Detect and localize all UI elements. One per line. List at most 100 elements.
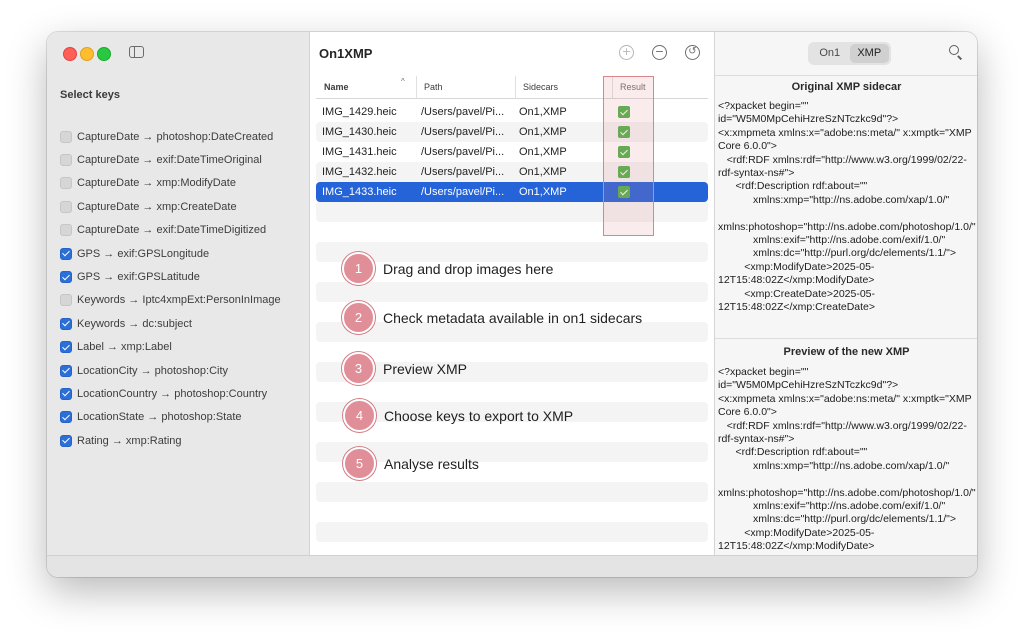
key-label: GPS → exif:GPSLatitude: [77, 271, 200, 284]
step-label: Preview XMP: [383, 360, 468, 377]
key-checkbox[interactable]: [60, 317, 72, 330]
search-icon[interactable]: [949, 45, 959, 55]
key-checkbox[interactable]: [60, 271, 72, 284]
key-checkbox[interactable]: [60, 130, 72, 143]
key-list: CaptureDate → photoshop:DateCreated Capt…: [60, 125, 281, 452]
key-label: CaptureDate → xmp:ModifyDate: [77, 177, 236, 190]
key-item[interactable]: Keywords → dc:subject: [60, 312, 281, 335]
original-xmp-title: Original XMP sidecar: [791, 81, 902, 93]
xmp-panel: On1 XMP Original XMP sidecar <?xpacket b…: [714, 32, 977, 555]
step-number-badge: 3: [342, 352, 375, 385]
file-name-cell: IMG_1431.heic: [322, 146, 397, 158]
table-row[interactable]: IMG_1430.heic /Users/pavel/Pi... On1,XMP: [316, 122, 708, 142]
preview-xmp-title: Preview of the new XMP: [783, 346, 910, 358]
file-name-cell: IMG_1429.heic: [322, 106, 397, 118]
table-row[interactable]: IMG_1431.heic /Users/pavel/Pi... On1,XMP: [316, 142, 708, 162]
zoom-window-button[interactable]: [97, 47, 111, 61]
segment-on1[interactable]: On1: [810, 44, 850, 63]
key-label: CaptureDate → photoshop:DateCreated: [77, 130, 274, 143]
step-5: 5 Analyse results: [343, 447, 479, 480]
key-label: Keywords → Iptc4xmpExt:PersonInImage: [77, 294, 281, 307]
key-item[interactable]: LocationCity → photoshop:City: [60, 359, 281, 382]
key-checkbox[interactable]: [60, 387, 72, 400]
step-1: 1 Drag and drop images here: [342, 252, 553, 285]
column-header-name[interactable]: Name: [324, 76, 349, 98]
key-checkbox[interactable]: [60, 364, 72, 377]
key-checkbox[interactable]: [60, 154, 72, 167]
key-item[interactable]: LocationCountry → photoshop:Country: [60, 382, 281, 405]
key-checkbox[interactable]: [60, 434, 72, 447]
step-label: Check metadata available in on1 sidecars: [383, 309, 643, 326]
key-checkbox[interactable]: [60, 247, 72, 260]
main-pane: On1XMP + − ↺ Name ^ Path Sidecars Result…: [310, 32, 714, 555]
key-item[interactable]: CaptureDate → xmp:CreateDate: [60, 195, 281, 218]
empty-row: [316, 482, 708, 502]
key-label: Label → xmp:Label: [77, 341, 172, 354]
remove-circle-icon[interactable]: −: [652, 45, 667, 60]
step-4: 4 Choose keys to export to XMP: [343, 399, 573, 432]
result-check-icon: [618, 126, 630, 138]
key-item[interactable]: Label → xmp:Label: [60, 336, 281, 359]
key-item[interactable]: Rating → xmp:Rating: [60, 429, 281, 452]
undo-circle-icon[interactable]: ↺: [685, 45, 700, 60]
key-item[interactable]: CaptureDate → exif:DateTimeOriginal: [60, 148, 281, 171]
sidebar-toggle-icon[interactable]: [129, 46, 144, 58]
key-checkbox[interactable]: [60, 224, 72, 237]
key-label: LocationCity → photoshop:City: [77, 364, 229, 377]
select-keys-title: Select keys: [60, 89, 120, 101]
column-header-sidecars[interactable]: Sidecars: [515, 76, 558, 98]
close-window-button[interactable]: [63, 47, 77, 61]
minimize-window-button[interactable]: [80, 47, 94, 61]
sidecars-cell: On1,XMP: [519, 166, 567, 178]
key-checkbox[interactable]: [60, 341, 72, 354]
file-path-cell: /Users/pavel/Pi...: [421, 166, 505, 178]
column-header-result[interactable]: Result: [612, 76, 646, 98]
table-header: Name ^ Path Sidecars Result: [316, 76, 708, 99]
key-item[interactable]: Keywords → Iptc4xmpExt:PersonInImage: [60, 289, 281, 312]
status-bar: [47, 555, 977, 577]
step-number-badge: 5: [343, 447, 376, 480]
key-label: CaptureDate → exif:DateTimeOriginal: [77, 154, 262, 167]
sidecars-cell: On1,XMP: [519, 186, 567, 198]
step-label: Drag and drop images here: [383, 260, 554, 277]
key-item[interactable]: CaptureDate → exif:DateTimeDigitized: [60, 219, 281, 242]
sidebar: Select keys CaptureDate → photoshop:Date…: [47, 32, 310, 555]
key-item[interactable]: GPS → exif:GPSLongitude: [60, 242, 281, 265]
key-checkbox[interactable]: [60, 294, 72, 307]
step-number-badge: 2: [342, 301, 375, 334]
add-circle-icon[interactable]: +: [619, 45, 634, 60]
result-check-icon: [618, 106, 630, 118]
key-item[interactable]: GPS → exif:GPSLatitude: [60, 265, 281, 288]
step-number-badge: 4: [343, 399, 376, 432]
file-path-cell: /Users/pavel/Pi...: [421, 126, 505, 138]
result-check-icon: [618, 186, 630, 198]
step-label: Analyse results: [384, 455, 479, 472]
sidecars-cell: On1,XMP: [519, 126, 567, 138]
empty-row: [316, 202, 708, 222]
key-checkbox[interactable]: [60, 200, 72, 213]
preview-xmp-text: <?xpacket begin="" id="W5M0MpCehiHzreSzN…: [718, 366, 976, 552]
key-label: CaptureDate → xmp:CreateDate: [77, 200, 237, 213]
result-check-icon: [618, 146, 630, 158]
empty-row: [316, 522, 708, 542]
key-item[interactable]: CaptureDate → photoshop:DateCreated: [60, 125, 281, 148]
step-label: Choose keys to export to XMP: [384, 407, 574, 424]
window-title: On1XMP: [319, 46, 373, 61]
key-checkbox[interactable]: [60, 411, 72, 424]
key-checkbox[interactable]: [60, 177, 72, 190]
sort-ascending-icon[interactable]: ^: [401, 77, 405, 86]
file-name-cell: IMG_1433.heic: [322, 186, 397, 198]
source-segmented-control: On1 XMP: [808, 42, 891, 65]
file-path-cell: /Users/pavel/Pi...: [421, 106, 505, 118]
key-label: GPS → exif:GPSLongitude: [77, 247, 210, 260]
table-row-selected[interactable]: IMG_1433.heic /Users/pavel/Pi... On1,XMP: [316, 182, 708, 202]
step-3: 3 Preview XMP: [342, 352, 467, 385]
column-header-path[interactable]: Path: [416, 76, 443, 98]
segment-xmp[interactable]: XMP: [849, 44, 889, 63]
key-label: Keywords → dc:subject: [77, 317, 192, 330]
table-row[interactable]: IMG_1429.heic /Users/pavel/Pi... On1,XMP: [316, 102, 708, 122]
table-row[interactable]: IMG_1432.heic /Users/pavel/Pi... On1,XMP: [316, 162, 708, 182]
key-item[interactable]: LocationState → photoshop:State: [60, 406, 281, 429]
key-label: CaptureDate → exif:DateTimeDigitized: [77, 224, 267, 237]
key-item[interactable]: CaptureDate → xmp:ModifyDate: [60, 172, 281, 195]
